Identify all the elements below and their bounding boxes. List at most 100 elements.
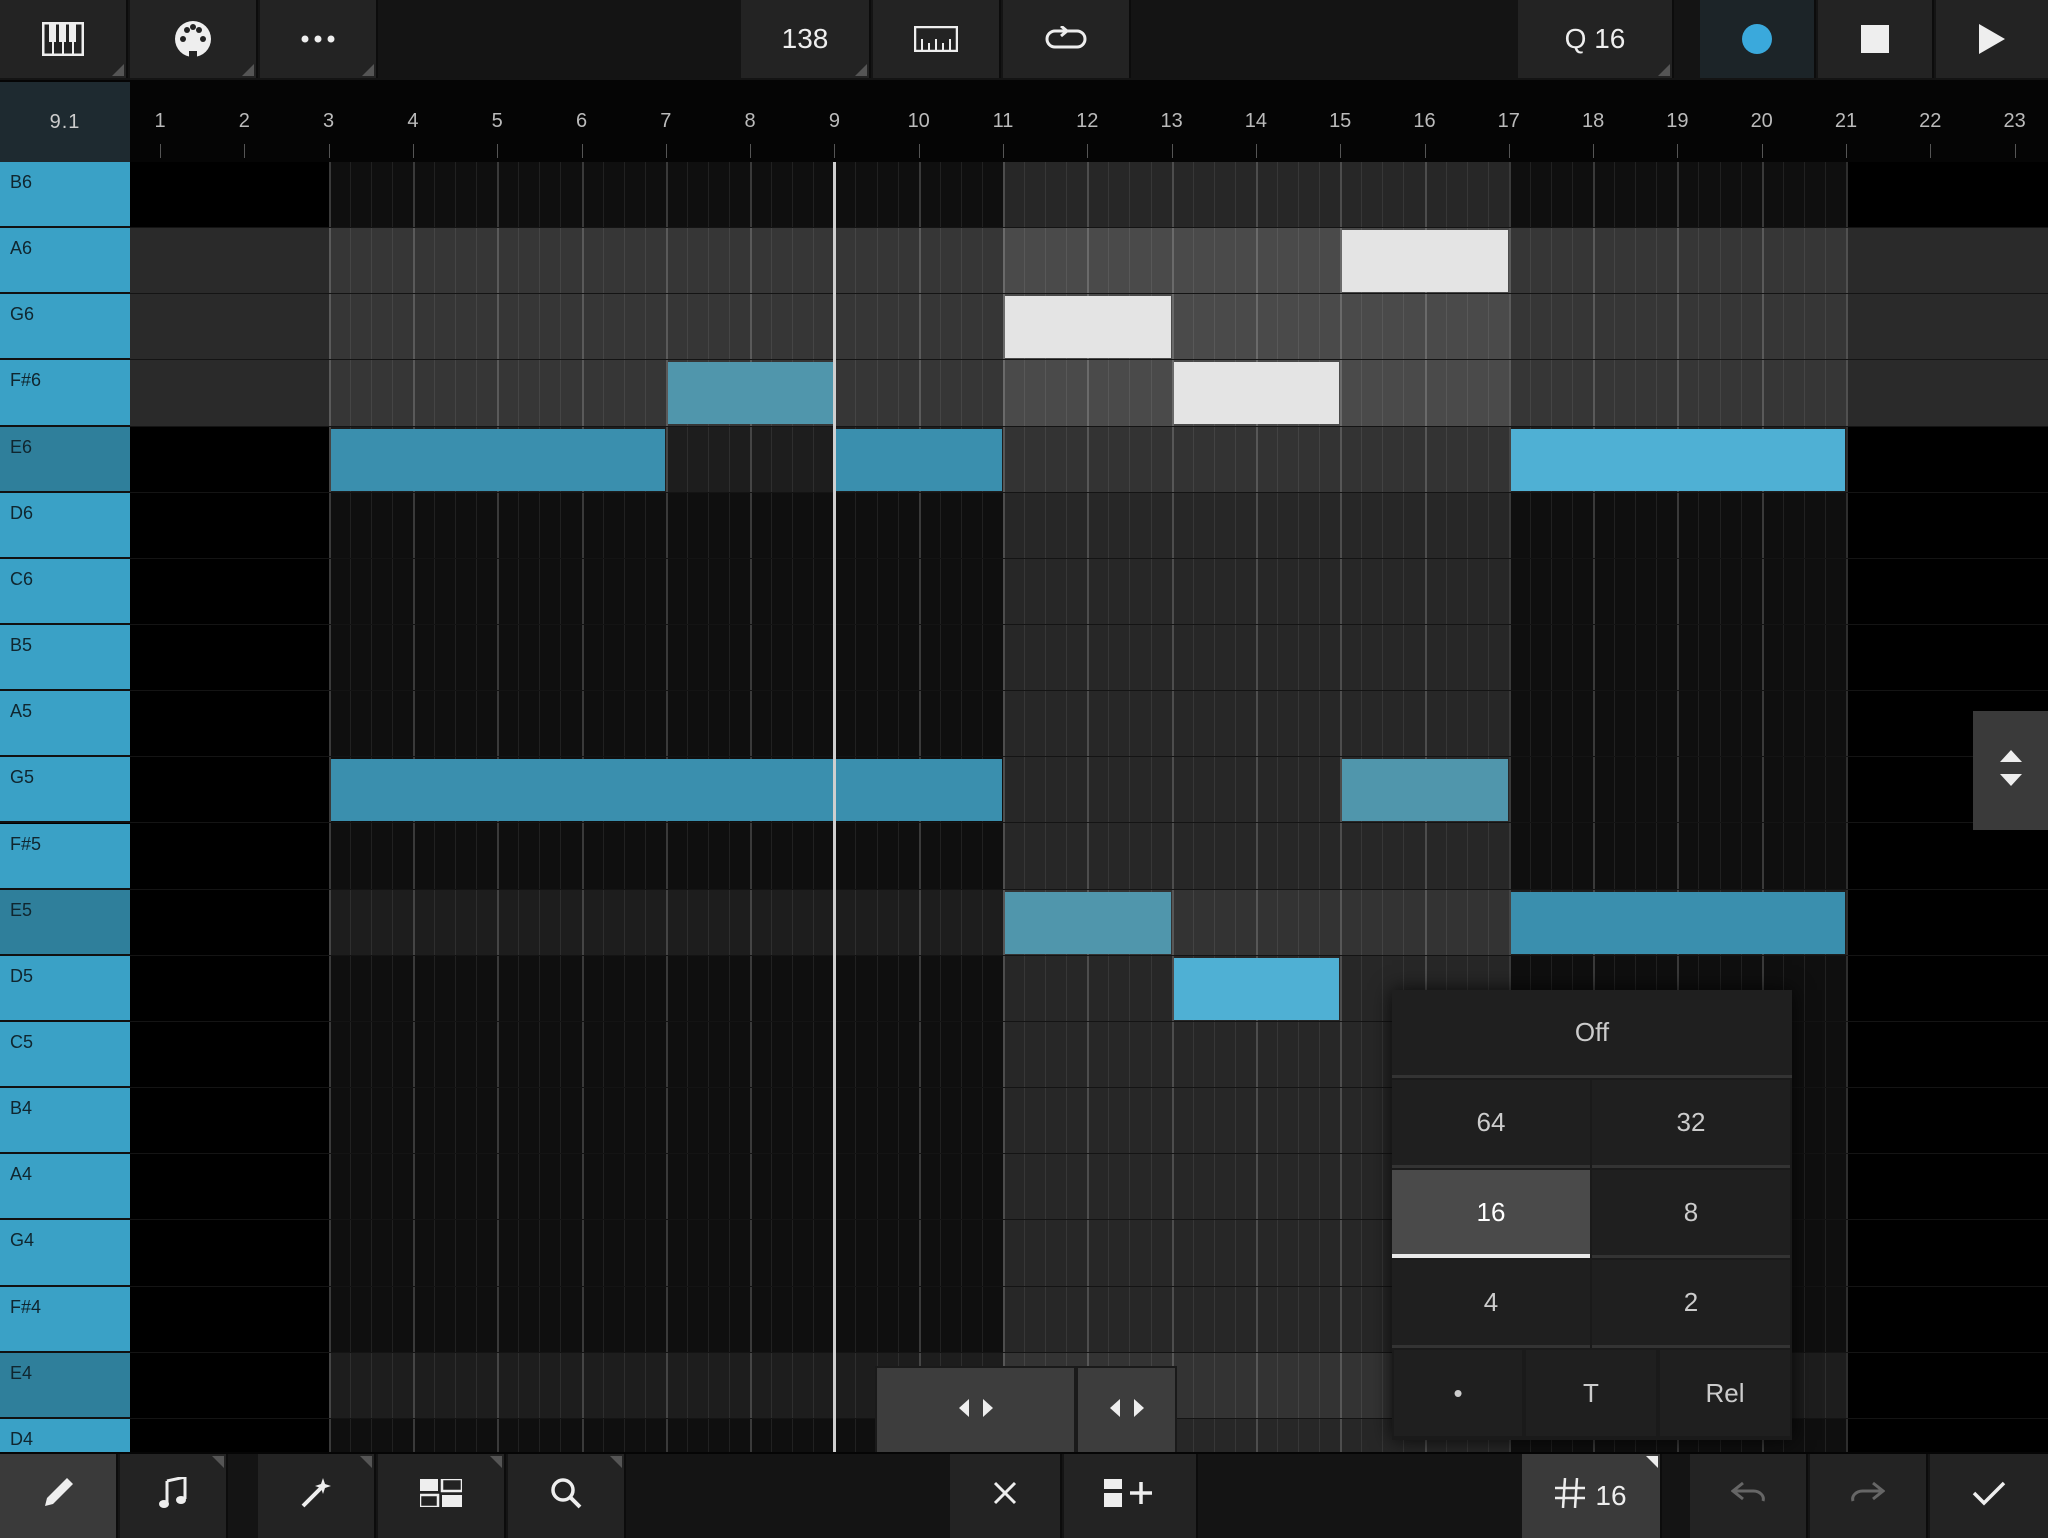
piano-key[interactable]: F#4 (0, 1286, 130, 1353)
search-button[interactable] (508, 1454, 626, 1538)
add-pattern-button[interactable] (1064, 1454, 1198, 1538)
pitch-row (130, 162, 2048, 229)
tempo-value: 138 (781, 23, 829, 54)
redo-icon (1851, 1480, 1886, 1512)
quantize-off-option[interactable]: Off (1392, 990, 1792, 1078)
midi-note[interactable] (1005, 891, 1171, 954)
triplet-option[interactable]: T (1526, 1350, 1656, 1436)
pitch-row (130, 228, 2048, 295)
midi-note[interactable] (1342, 230, 1508, 293)
piano-key[interactable]: G5 (0, 757, 130, 824)
playhead[interactable] (833, 162, 837, 1452)
ruler-tick (750, 144, 752, 158)
midi-note[interactable] (667, 362, 834, 425)
ruler-tick (2014, 144, 2016, 158)
record-button[interactable] (1700, 0, 1816, 78)
dotted-option[interactable]: • (1394, 1350, 1522, 1436)
quantize-option[interactable]: 16 (1392, 1170, 1590, 1258)
loop-button[interactable] (1003, 0, 1131, 78)
piano-key[interactable]: E4 (0, 1352, 130, 1419)
pitch-row (130, 691, 2048, 758)
quantize-option[interactable]: 32 (1592, 1080, 1790, 1168)
confirm-button[interactable] (1930, 1454, 2048, 1538)
midi-note[interactable] (330, 759, 1002, 822)
magic-wand-icon (299, 1476, 333, 1517)
piano-key[interactable]: F#6 (0, 360, 130, 427)
ruler-tick (497, 144, 499, 158)
piano-keyboard: B6 A6 G6 F#6 E6 D6 C6 B5 A5 G5 F#5 E5 D5 C5 B4 A4 G4 F#4 E… (0, 162, 130, 1485)
ruler-bar-number: 23 (2003, 110, 2026, 132)
piano-key[interactable]: D5 (0, 955, 130, 1022)
ruler-bar-number: 18 (1581, 110, 1605, 132)
pencil-icon (41, 1476, 75, 1517)
quantize-option[interactable]: 8 (1592, 1170, 1790, 1258)
undo-button[interactable] (1690, 1454, 1808, 1538)
piano-key[interactable]: B4 (0, 1088, 130, 1155)
timeline-ruler[interactable]: 9.1 1 2 3 4 5 6 7 8 9 10 11 12 13 14 15 16 17 18 19 20 21 22 2… (0, 82, 2048, 162)
piano-roll-button[interactable] (0, 0, 128, 78)
ruler-bar-number: 6 (575, 110, 588, 132)
nudge-left-button[interactable] (875, 1366, 1076, 1454)
ruler-bar-number: 9 (828, 110, 840, 132)
midi-note[interactable] (1005, 296, 1171, 359)
layout-button[interactable] (378, 1454, 506, 1538)
piano-key[interactable]: D6 (0, 492, 130, 559)
piano-key[interactable]: B5 (0, 625, 130, 692)
ruler-tick (1846, 144, 1847, 158)
pencil-tool-button[interactable] (0, 1454, 118, 1538)
delete-button[interactable] (950, 1454, 1062, 1538)
piano-key[interactable]: A5 (0, 691, 130, 758)
piano-key[interactable]: C6 (0, 558, 130, 626)
grid-size-button[interactable]: 16 (1522, 1454, 1662, 1538)
piano-key[interactable]: E5 (0, 889, 130, 956)
record-icon (1741, 23, 1773, 55)
redo-button[interactable] (1810, 1454, 1928, 1538)
midi-note[interactable] (1173, 362, 1340, 425)
piano-key[interactable]: F#5 (0, 823, 130, 890)
relative-option[interactable]: Rel (1660, 1350, 1790, 1436)
piano-key[interactable]: C5 (0, 1021, 130, 1089)
scroll-up-down-icon (1999, 750, 2022, 791)
piano-key[interactable]: G4 (0, 1220, 130, 1287)
quantize-option[interactable]: 4 (1392, 1260, 1590, 1348)
playhead-position: 9.1 (0, 82, 130, 162)
play-icon (1979, 24, 2005, 54)
piano-icon (42, 22, 84, 56)
midi-note[interactable] (1510, 891, 1845, 954)
ruler-bar-number: 4 (407, 110, 419, 132)
midi-note[interactable] (330, 428, 665, 491)
ruler-bar-number: 8 (744, 110, 756, 132)
midi-port-icon (173, 19, 213, 59)
ruler-bar-number: 15 (1329, 110, 1352, 132)
ruler-tick (1340, 144, 1342, 158)
play-button[interactable] (1936, 0, 2048, 78)
pitch-row (130, 559, 2048, 626)
quantize-button[interactable]: Q 16 (1518, 0, 1674, 78)
piano-key[interactable]: G6 (0, 294, 130, 361)
more-button[interactable] (260, 0, 378, 78)
tempo-button[interactable]: 138 (741, 0, 871, 78)
ruler-bar-number: 19 (1666, 110, 1689, 132)
metronome-icon (914, 26, 958, 52)
piano-key[interactable]: A4 (0, 1154, 130, 1221)
midi-note[interactable] (1510, 428, 1845, 491)
ruler-bar-number: 7 (660, 110, 672, 132)
midi-note[interactable] (1173, 957, 1340, 1020)
vertical-scroll-handle[interactable] (1973, 711, 2048, 830)
nudge-right-button[interactable] (1076, 1366, 1177, 1454)
midi-note[interactable] (836, 428, 1002, 491)
midi-note[interactable] (1342, 759, 1508, 822)
piano-key[interactable]: E6 (0, 426, 130, 493)
piano-key[interactable]: A6 (0, 228, 130, 295)
relative-label: Rel (1705, 1377, 1745, 1408)
quantize-option[interactable]: 64 (1392, 1080, 1590, 1168)
magic-wand-button[interactable] (258, 1454, 376, 1538)
quantize-option[interactable]: 2 (1592, 1260, 1790, 1348)
stop-button[interactable] (1818, 0, 1934, 78)
metronome-button[interactable] (873, 0, 1001, 78)
midi-button[interactable] (130, 0, 258, 78)
ruler-tick (1761, 144, 1763, 158)
piano-key[interactable]: B6 (0, 162, 130, 229)
stop-icon (1861, 25, 1889, 53)
note-settings-button[interactable] (120, 1454, 228, 1538)
